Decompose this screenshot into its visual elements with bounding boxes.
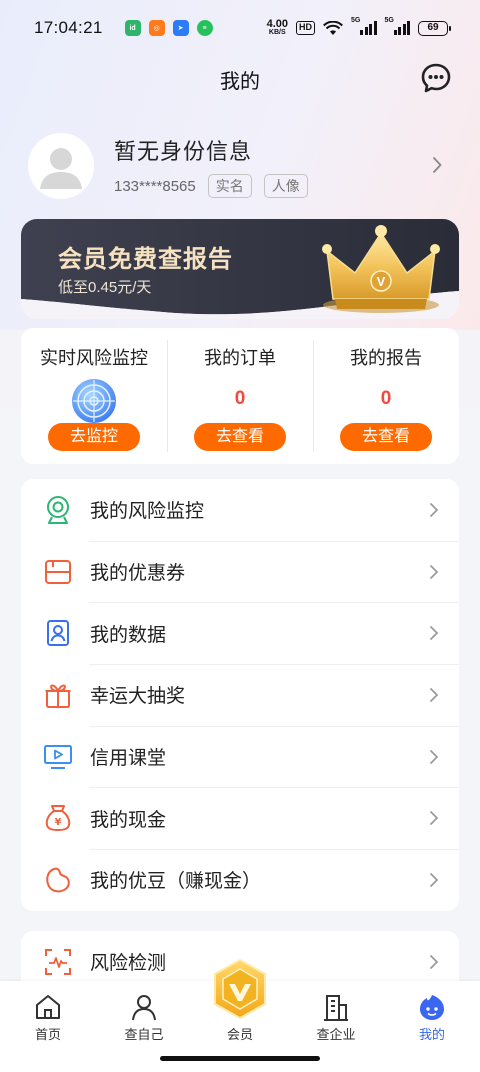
orders-count: 0 xyxy=(234,388,246,409)
tab-check-company[interactable]: 查企业 xyxy=(288,981,384,1051)
notification-app-icon: ➤ xyxy=(172,20,189,36)
bottom-tab-bar: 首页 查自己 会员 查企业 我的 xyxy=(0,959,480,1072)
menu-label: 我的优豆（赚现金） xyxy=(90,871,262,893)
notification-app-icon: ◎ xyxy=(148,20,165,36)
tab-label: 会员 xyxy=(226,1027,253,1042)
radar-icon xyxy=(72,379,116,423)
menu-item-coupons[interactable]: 我的优惠券 xyxy=(21,540,459,603)
quick-my-orders[interactable]: 我的订单 0 去查看 xyxy=(167,328,313,464)
menu-item-my-data[interactable]: 我的数据 xyxy=(21,602,459,664)
menu-item-lucky-draw[interactable]: 幸运大抽奖 xyxy=(21,664,459,726)
vip-hexagon-icon[interactable] xyxy=(213,959,267,1019)
status-app-icons: id ◎ ➤ ≡ xyxy=(124,20,213,36)
page-title: 我的 xyxy=(220,70,260,93)
chevron-right-icon xyxy=(429,954,439,969)
menu-item-risk-monitor[interactable]: 我的风险监控 xyxy=(21,479,459,541)
crown-badge-letter: V xyxy=(377,274,386,289)
tab-label: 查自己 xyxy=(124,1027,164,1042)
person-icon xyxy=(132,995,156,1021)
go-monitor-button[interactable]: 去监控 xyxy=(48,423,140,451)
chevron-right-icon xyxy=(432,156,442,174)
menu-label: 我的数据 xyxy=(90,624,167,646)
quick-actions-card: 实时风险监控 去监控 我的订单 0 去查看 我的报告 0 去查看 xyxy=(21,328,459,464)
vip-banner-subtitle: 低至0.45元/天 xyxy=(58,279,152,296)
vip-banner-title: 会员免费查报告 xyxy=(58,246,233,273)
default-avatar-icon xyxy=(28,133,94,199)
mine-icon xyxy=(420,995,444,1020)
signal-icon: 5G xyxy=(385,17,410,35)
quick-title: 我的报告 xyxy=(350,348,422,368)
view-orders-button[interactable]: 去查看 xyxy=(194,423,286,451)
network-speed-unit: KB/S xyxy=(268,28,286,36)
tab-label: 查企业 xyxy=(316,1027,356,1042)
chevron-right-icon xyxy=(429,687,439,703)
chevron-right-icon xyxy=(429,872,439,888)
wifi-icon xyxy=(323,20,343,35)
status-time: 17:04:21 xyxy=(34,18,103,37)
tag-real-name: 实名 xyxy=(207,174,252,198)
user-data-icon xyxy=(43,618,73,648)
reports-count: 0 xyxy=(380,388,392,409)
menu-list: 我的风险监控 我的优惠券 我的数据 幸运大抽奖 信用课堂 ¥ 我的现金 我的优豆… xyxy=(21,479,459,911)
video-monitor-icon xyxy=(43,742,73,772)
avatar[interactable] xyxy=(28,133,94,199)
vip-banner[interactable]: 会员免费查报告 低至0.45元/天 V xyxy=(21,219,459,319)
sim1-label: 5G xyxy=(351,17,361,24)
chevron-right-icon xyxy=(429,626,439,641)
quick-my-reports[interactable]: 我的报告 0 去查看 xyxy=(313,328,459,464)
view-reports-button[interactable]: 去查看 xyxy=(340,423,432,451)
tab-check-self[interactable]: 查自己 xyxy=(96,981,192,1051)
profile-name: 暂无身份信息 xyxy=(114,139,253,164)
status-bar: 17:04:21 id ◎ ➤ ≡ 4.00 KB/S HD 5G 5G 69 xyxy=(0,0,480,56)
bean-icon xyxy=(43,865,73,895)
hd-icon: HD xyxy=(296,21,315,35)
menu-label: 风险检测 xyxy=(90,953,167,975)
chevron-right-icon xyxy=(429,564,439,579)
sim2-label: 5G xyxy=(384,17,394,24)
coupon-icon xyxy=(43,557,73,587)
menu-label: 我的风险监控 xyxy=(90,501,205,523)
menu-label: 幸运大抽奖 xyxy=(90,686,186,708)
menu-label: 我的优惠券 xyxy=(90,563,186,585)
home-indicator xyxy=(160,1056,320,1061)
building-icon xyxy=(324,995,348,1021)
menu-label: 我的现金 xyxy=(90,809,167,831)
chevron-right-icon xyxy=(429,811,439,826)
tag-portrait: 人像 xyxy=(263,174,308,198)
signal-icon: 5G xyxy=(351,17,377,35)
svg-text:¥: ¥ xyxy=(55,817,62,828)
quick-risk-monitor[interactable]: 实时风险监控 去监控 xyxy=(21,328,167,464)
notification-app-icon: id xyxy=(124,20,141,36)
menu-label: 信用课堂 xyxy=(90,748,167,770)
gift-icon xyxy=(43,680,73,710)
profile-phone: 133****8565 xyxy=(114,177,196,195)
chevron-right-icon xyxy=(429,749,439,764)
menu-item-my-cash[interactable]: ¥ 我的现金 xyxy=(21,787,459,849)
page-header: 我的 xyxy=(0,56,480,102)
scan-pulse-icon xyxy=(43,947,73,977)
money-bag-icon: ¥ xyxy=(43,803,73,833)
menu-item-my-beans[interactable]: 我的优豆（赚现金） xyxy=(21,849,459,911)
tab-label: 首页 xyxy=(34,1027,61,1042)
tab-home[interactable]: 首页 xyxy=(0,981,96,1051)
crown-icon: V xyxy=(322,225,440,313)
network-speed-value: 4.00 xyxy=(266,17,288,30)
tab-mine[interactable]: 我的 xyxy=(384,981,480,1051)
quick-title: 我的订单 xyxy=(204,348,276,368)
quick-title: 实时风险监控 xyxy=(40,348,148,368)
menu-item-credit-class[interactable]: 信用课堂 xyxy=(21,725,459,788)
notification-app-icon: ≡ xyxy=(196,20,213,36)
tab-label: 我的 xyxy=(418,1027,445,1042)
battery-icon: 69 xyxy=(418,20,451,36)
chat-bubble-icon[interactable] xyxy=(420,62,452,94)
chevron-right-icon xyxy=(429,502,439,517)
home-icon xyxy=(36,995,60,1019)
webcam-icon xyxy=(43,495,73,525)
network-speed: 4.00 KB/S xyxy=(266,17,288,37)
profile-section[interactable]: 暂无身份信息 133****8565 实名 人像 xyxy=(28,132,452,200)
